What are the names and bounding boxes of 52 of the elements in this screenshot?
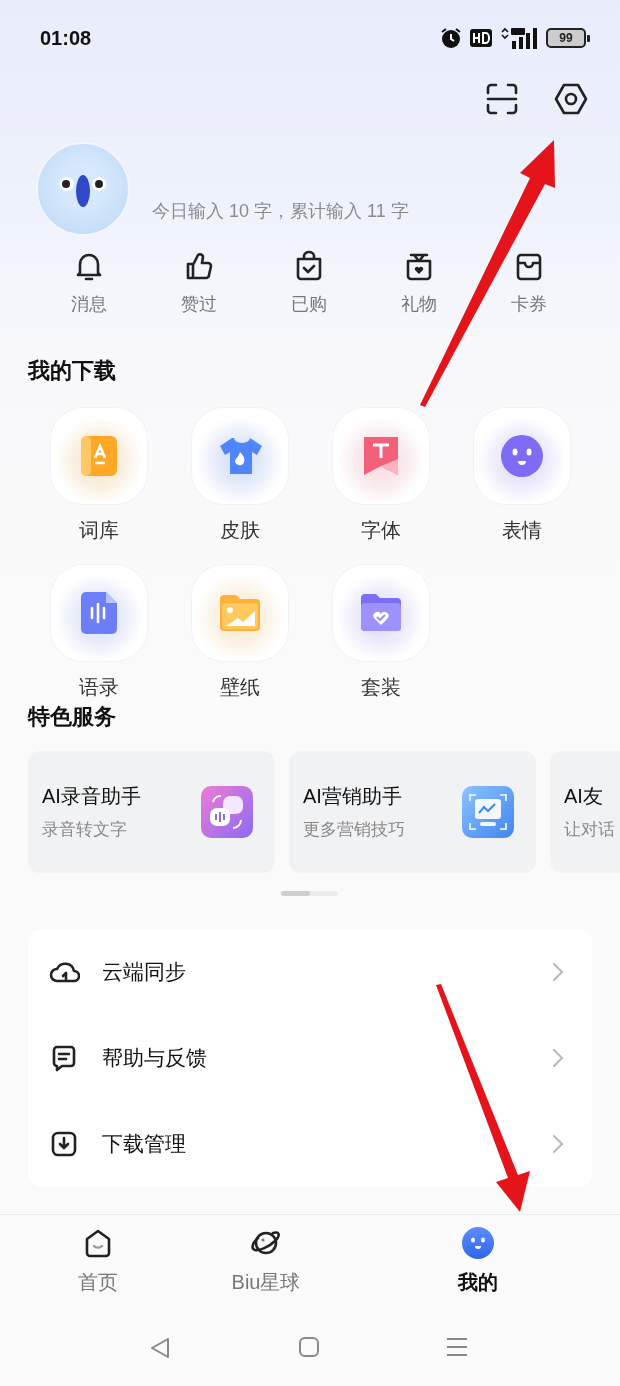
quick-action-label[interactable]: 消息 bbox=[71, 292, 107, 316]
chevron-icon bbox=[552, 962, 564, 982]
face-icon bbox=[462, 1227, 494, 1259]
service-subtitle: 录音转文字 bbox=[42, 819, 128, 841]
clock-time: 01:08 bbox=[40, 26, 93, 50]
menu-item[interactable]: 下载管理 bbox=[28, 1101, 592, 1187]
home-icon bbox=[298, 1336, 320, 1358]
alarm-icon bbox=[440, 27, 462, 49]
service-card[interactable]: AI营销助手 更多营销技巧 bbox=[289, 751, 536, 873]
tab[interactable]: Biu星球 bbox=[160, 1227, 372, 1310]
recents-button[interactable] bbox=[446, 1336, 468, 1358]
menu-icon bbox=[446, 1336, 468, 1358]
menu-item[interactable]: 帮助与反馈 bbox=[28, 1015, 592, 1101]
chart-app-icon bbox=[462, 786, 514, 838]
service-title: AI录音助手 bbox=[42, 784, 142, 809]
service-title: AI友 bbox=[564, 784, 604, 809]
download-label[interactable]: 皮肤 bbox=[219, 517, 260, 543]
quick-action-label[interactable]: 卡券 bbox=[511, 292, 547, 316]
service-subtitle: 更多营销技巧 bbox=[303, 819, 406, 841]
tab[interactable]: 首页 bbox=[36, 1227, 160, 1310]
quick-action-label[interactable]: 已购 bbox=[291, 292, 327, 316]
download-label[interactable]: 语录 bbox=[78, 674, 119, 700]
settings-icon bbox=[553, 81, 589, 117]
section-title: 特色服务 bbox=[26, 703, 117, 731]
download-label[interactable]: 壁纸 bbox=[219, 674, 260, 700]
back-button[interactable] bbox=[148, 1336, 172, 1360]
download-label[interactable]: 表情 bbox=[501, 517, 542, 543]
chevron-icon bbox=[552, 1134, 564, 1154]
download-label[interactable]: 字体 bbox=[360, 517, 401, 543]
quick-action-label[interactable]: 赞过 bbox=[181, 292, 217, 316]
input-stats: 今日输入 10 字，累计输入 11 字 bbox=[152, 200, 409, 223]
menu-item[interactable]: 云端同步 bbox=[28, 929, 592, 1015]
signal-icon bbox=[500, 27, 538, 49]
service-card[interactable]: AI友 让对话 bbox=[550, 751, 620, 873]
home-button[interactable] bbox=[298, 1336, 320, 1358]
section-title: 我的下载 bbox=[26, 357, 117, 385]
scroll-indicator bbox=[281, 891, 338, 896]
service-card[interactable]: AI录音助手 录音转文字 bbox=[28, 751, 275, 873]
scan-button[interactable] bbox=[484, 81, 520, 117]
chevron-icon bbox=[552, 1048, 564, 1068]
service-title: AI营销助手 bbox=[303, 784, 403, 809]
scan-icon bbox=[484, 81, 520, 117]
voice-app-icon bbox=[201, 786, 253, 838]
settings-button[interactable] bbox=[553, 81, 589, 117]
download-label[interactable]: 词库 bbox=[78, 517, 119, 543]
download-label[interactable]: 套装 bbox=[360, 674, 401, 700]
face-icon bbox=[499, 434, 544, 478]
hd-icon bbox=[470, 29, 492, 47]
tab[interactable]: 我的 bbox=[372, 1227, 584, 1310]
quick-action-label[interactable]: 礼物 bbox=[401, 292, 437, 316]
back-icon bbox=[148, 1336, 172, 1360]
service-subtitle: 让对话 bbox=[564, 819, 616, 841]
